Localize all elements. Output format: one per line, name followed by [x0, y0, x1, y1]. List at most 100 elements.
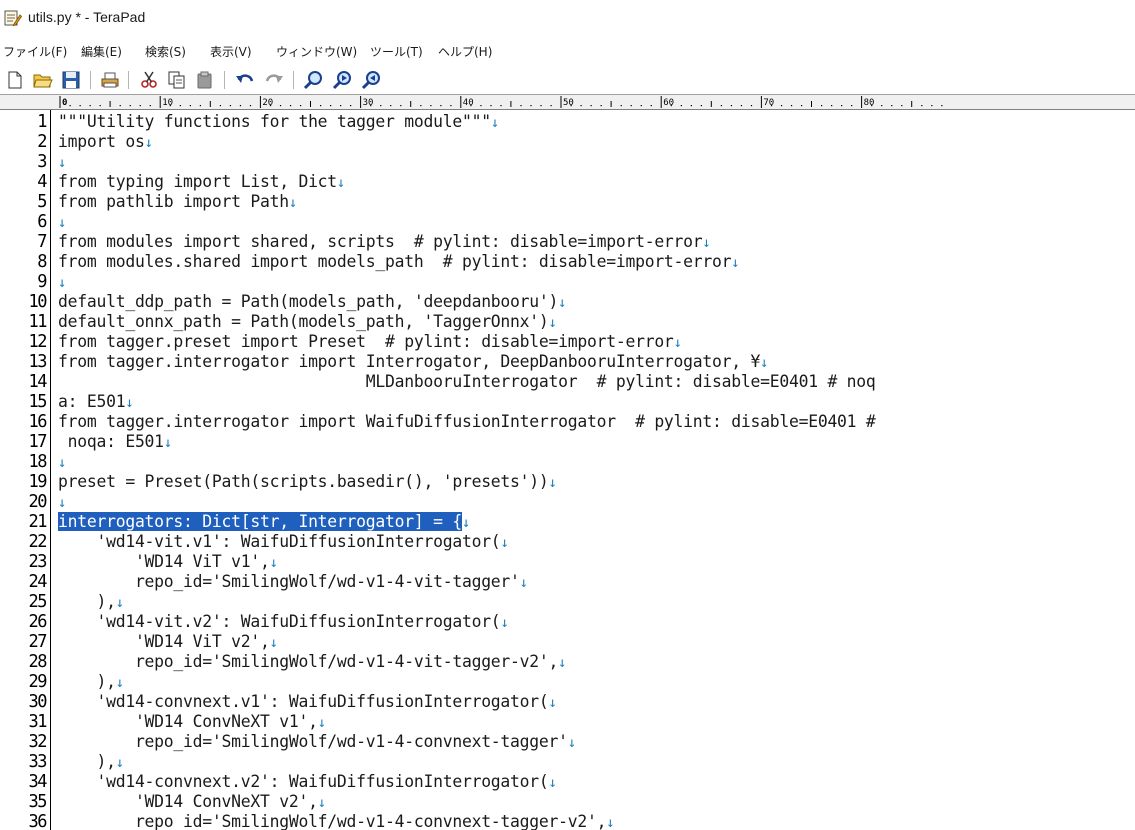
code-text[interactable]: 'wd14-vit.v1': WaifuDiffusionInterrogato… — [58, 532, 508, 553]
code-text[interactable]: from modules import shared, scripts # py… — [58, 232, 711, 253]
code-text[interactable]: ↓ — [58, 212, 66, 233]
code-text[interactable]: 'WD14 ConvNeXT v1',↓ — [58, 712, 326, 733]
code-line[interactable]: 31 'WD14 ConvNeXT v1',↓ — [0, 712, 1135, 733]
code-text[interactable]: default_onnx_path = Path(models_path, 'T… — [58, 312, 557, 333]
code-line[interactable]: 11 default_onnx_path = Path(models_path, … — [0, 312, 1135, 333]
code-text[interactable]: interrogators: Dict[str, Interrogator] =… — [58, 512, 470, 533]
code-text[interactable]: 'WD14 ViT v2',↓ — [58, 632, 278, 653]
code-text[interactable]: a: E501↓ — [58, 392, 134, 413]
code-text[interactable]: ),↓ — [58, 672, 124, 693]
code-line[interactable]: 35 'WD14 ConvNeXT v2',↓ — [0, 792, 1135, 813]
code-line[interactable]: 18 ↓ — [0, 452, 1135, 473]
code-text[interactable]: 'wd14-vit.v2': WaifuDiffusionInterrogato… — [58, 612, 508, 633]
code-line[interactable]: 16 from tagger.interrogator import WaifuD… — [0, 412, 1135, 433]
cut-icon[interactable] — [138, 69, 160, 91]
code-text[interactable]: ),↓ — [58, 592, 124, 613]
code-line[interactable]: 6 ↓ — [0, 212, 1135, 233]
code-line[interactable]: 27 'WD14 ViT v2',↓ — [0, 632, 1135, 653]
code-text[interactable]: ↓ — [58, 492, 66, 513]
code-text[interactable]: repo_id='SmilingWolf/wd-v1-4-convnext-ta… — [58, 732, 576, 753]
undo-icon[interactable] — [234, 69, 256, 91]
ruler-dot — [901, 105, 903, 107]
code-text[interactable]: MLDanbooruInterrogator # pylint: disable… — [58, 372, 876, 392]
code-line[interactable]: 4 from typing import List, Dict↓ — [0, 172, 1135, 193]
code-line[interactable]: 21 interrogators: Dict[str, Interrogator]… — [0, 512, 1135, 533]
code-line[interactable]: 15 a: E501↓ — [0, 392, 1135, 413]
line-break-marker: ↓ — [58, 275, 67, 291]
code-line[interactable]: 29 ),↓ — [0, 672, 1135, 693]
code-text[interactable]: from modules.shared import models_path #… — [58, 252, 740, 273]
ruler-dot — [219, 105, 222, 107]
ruler-dot — [500, 105, 502, 107]
code-line[interactable]: 19 preset = Preset(Path(scripts.basedir()… — [0, 472, 1135, 493]
code-text[interactable]: from tagger.preset import Preset # pylin… — [58, 332, 682, 353]
code-text[interactable]: repo_id='SmilingWolf/wd-v1-4-vit-tagger'… — [58, 572, 528, 593]
code-line[interactable]: 1 """Utility functions for the tagger mod… — [0, 112, 1135, 133]
code-line[interactable]: 23 'WD14 ViT v1',↓ — [0, 552, 1135, 573]
paste-icon[interactable] — [194, 69, 216, 91]
code-text[interactable]: from pathlib import Path↓ — [58, 192, 297, 213]
selected-text[interactable]: interrogators: Dict[str, Interrogator] =… — [58, 512, 462, 531]
code-text[interactable]: preset = Preset(Path(scripts.basedir(), … — [58, 472, 557, 493]
code-line[interactable]: 8 from modules.shared import models_path … — [0, 252, 1135, 273]
code-line[interactable]: 10 default_ddp_path = Path(models_path, '… — [0, 292, 1135, 313]
code-line[interactable]: 26 'wd14-vit.v2': WaifuDiffusionInterrog… — [0, 612, 1135, 633]
menu-file[interactable]: ファイル(F) — [3, 43, 67, 60]
open-folder-icon[interactable] — [32, 69, 54, 91]
code-line[interactable]: 12 from tagger.preset import Preset # pyl… — [0, 332, 1135, 353]
code-line[interactable]: 22 'wd14-vit.v1': WaifuDiffusionInterrog… — [0, 532, 1135, 553]
find-icon[interactable] — [302, 69, 324, 91]
line-break-marker: ↓ — [144, 135, 153, 151]
code-line[interactable]: 30 'wd14-convnext.v1': WaifuDiffusionInt… — [0, 692, 1135, 713]
copy-icon[interactable] — [166, 69, 188, 91]
find-prev-icon[interactable] — [360, 69, 382, 91]
code-text[interactable]: """Utility functions for the tagger modu… — [58, 112, 499, 133]
menu-tools[interactable]: ツール(T) — [370, 43, 423, 60]
menu-help[interactable]: ヘルプ(H) — [438, 43, 492, 60]
code-text[interactable]: from tagger.interrogator import WaifuDif… — [58, 412, 876, 432]
code-line[interactable]: 7 from modules import shared, scripts # p… — [0, 232, 1135, 253]
code-text[interactable]: 'WD14 ConvNeXT v2',↓ — [58, 792, 326, 813]
code-line[interactable]: 25 ),↓ — [0, 592, 1135, 613]
title-bar[interactable]: utils.py * - TeraPad — [0, 0, 1135, 38]
code-text[interactable]: import os↓ — [58, 132, 153, 153]
code-text[interactable]: ↓ — [58, 272, 66, 293]
text-editor[interactable]: 1 """Utility functions for the tagger mod… — [0, 110, 1135, 830]
line-number: 36 — [28, 811, 48, 830]
code-text[interactable]: ),↓ — [58, 752, 124, 773]
code-text[interactable]: ↓ — [58, 152, 66, 173]
code-line[interactable]: 9 ↓ — [0, 272, 1135, 293]
code-text[interactable]: from tagger.interrogator import Interrog… — [58, 352, 769, 373]
find-next-icon[interactable] — [331, 69, 353, 91]
redo-icon[interactable] — [263, 69, 285, 91]
print-icon[interactable] — [99, 69, 121, 91]
menu-edit[interactable]: 編集(E) — [81, 43, 122, 60]
code-text[interactable]: default_ddp_path = Path(models_path, 'de… — [58, 292, 567, 313]
code-line[interactable]: 34 'wd14-convnext.v2': WaifuDiffusionInt… — [0, 772, 1135, 793]
code-line[interactable]: 14 MLDanbooruInterrogator # pylint: disa… — [0, 372, 1135, 393]
menu-search[interactable]: 検索(S) — [145, 43, 186, 60]
code-line[interactable]: 33 ),↓ — [0, 752, 1135, 773]
code-text[interactable]: 'wd14-convnext.v1': WaifuDiffusionInterr… — [58, 692, 557, 713]
save-icon[interactable] — [60, 69, 82, 91]
new-file-icon[interactable] — [4, 69, 26, 91]
code-text[interactable]: from typing import List, Dict↓ — [58, 172, 345, 193]
code-text[interactable]: noqa: E501↓ — [58, 432, 173, 453]
code-line[interactable]: 28 repo_id='SmilingWolf/wd-v1-4-vit-tagg… — [0, 652, 1135, 673]
code-line[interactable]: 5 from pathlib import Path↓ — [0, 192, 1135, 213]
code-line[interactable]: 20 ↓ — [0, 492, 1135, 513]
code-text[interactable]: repo_id='SmilingWolf/wd-v1-4-convnext-ta… — [58, 812, 615, 830]
code-text[interactable]: ↓ — [58, 452, 66, 473]
menu-view[interactable]: 表示(V) — [210, 43, 252, 60]
code-line[interactable]: 36 repo_id='SmilingWolf/wd-v1-4-convnext… — [0, 812, 1135, 830]
code-text[interactable]: repo_id='SmilingWolf/wd-v1-4-vit-tagger-… — [58, 652, 567, 673]
code-line[interactable]: 17 noqa: E501↓ — [0, 432, 1135, 453]
code-line[interactable]: 2 import os↓ — [0, 132, 1135, 153]
code-line[interactable]: 24 repo_id='SmilingWolf/wd-v1-4-vit-tagg… — [0, 572, 1135, 593]
code-line[interactable]: 32 repo_id='SmilingWolf/wd-v1-4-convnext… — [0, 732, 1135, 753]
menu-window[interactable]: ウィンドウ(W) — [276, 43, 357, 60]
code-line[interactable]: 13 from tagger.interrogator import Interr… — [0, 352, 1135, 373]
code-text[interactable]: 'WD14 ViT v1',↓ — [58, 552, 278, 573]
code-line[interactable]: 3 ↓ — [0, 152, 1135, 173]
code-text[interactable]: 'wd14-convnext.v2': WaifuDiffusionInterr… — [58, 772, 557, 793]
